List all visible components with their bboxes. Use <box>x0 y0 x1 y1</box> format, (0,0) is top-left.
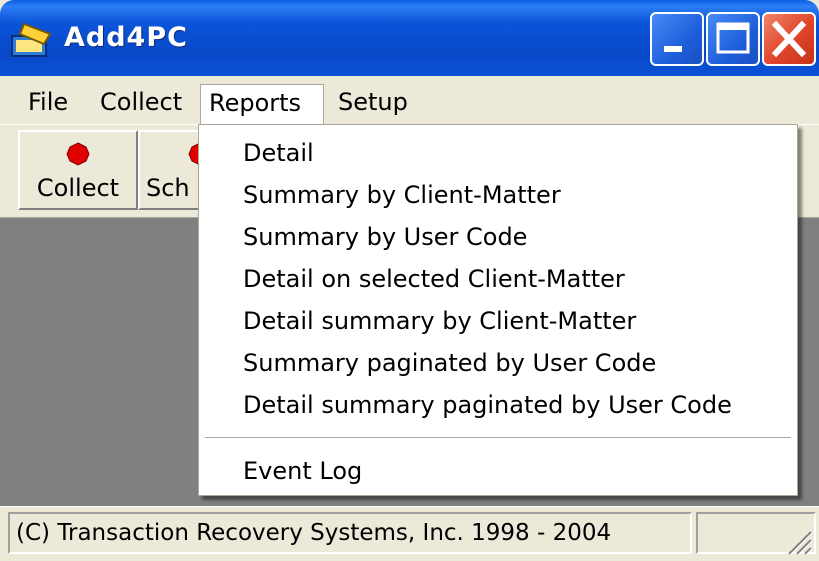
menu-item-summary-paginated-user-code[interactable]: Summary paginated by User Code <box>243 345 656 381</box>
menu-collect[interactable]: Collect <box>92 84 190 120</box>
menu-file[interactable]: File <box>20 84 76 120</box>
menu-item-summary-user-code[interactable]: Summary by User Code <box>243 219 527 255</box>
schedule-button-label: Sch <box>146 174 190 202</box>
menu-item-detail-summary-paginated-user-code[interactable]: Detail summary paginated by User Code <box>243 387 732 423</box>
maximize-button[interactable] <box>706 12 760 66</box>
menu-separator <box>205 437 791 438</box>
collect-button-label: Collect <box>36 174 120 202</box>
close-button[interactable] <box>762 12 816 66</box>
menu-item-summary-client-matter[interactable]: Summary by Client-Matter <box>243 177 561 213</box>
menu-item-detail[interactable]: Detail <box>243 135 314 171</box>
close-icon <box>771 20 807 58</box>
menu-reports[interactable]: Reports <box>200 84 324 124</box>
title-bar[interactable]: Add4PC <box>0 0 819 76</box>
status-text: (C) Transaction Recovery Systems, Inc. 1… <box>8 512 692 554</box>
app-icon[interactable] <box>10 22 54 58</box>
minimize-button[interactable] <box>650 12 704 66</box>
resize-grip-icon[interactable] <box>783 526 813 556</box>
menu-item-detail-selected-client-matter[interactable]: Detail on selected Client-Matter <box>243 261 625 297</box>
schedule-button[interactable]: Sch <box>138 130 212 210</box>
maximize-icon <box>716 22 750 54</box>
red-dot-icon <box>66 142 90 166</box>
reports-dropdown-menu: Detail Summary by Client-Matter Summary … <box>198 124 798 496</box>
window-title: Add4PC <box>64 22 188 53</box>
collect-button[interactable]: Collect <box>18 130 138 210</box>
menu-item-detail-summary-client-matter[interactable]: Detail summary by Client-Matter <box>243 303 636 339</box>
menu-setup[interactable]: Setup <box>330 84 416 120</box>
menu-item-event-log[interactable]: Event Log <box>243 453 362 489</box>
minimize-icon <box>664 46 682 52</box>
